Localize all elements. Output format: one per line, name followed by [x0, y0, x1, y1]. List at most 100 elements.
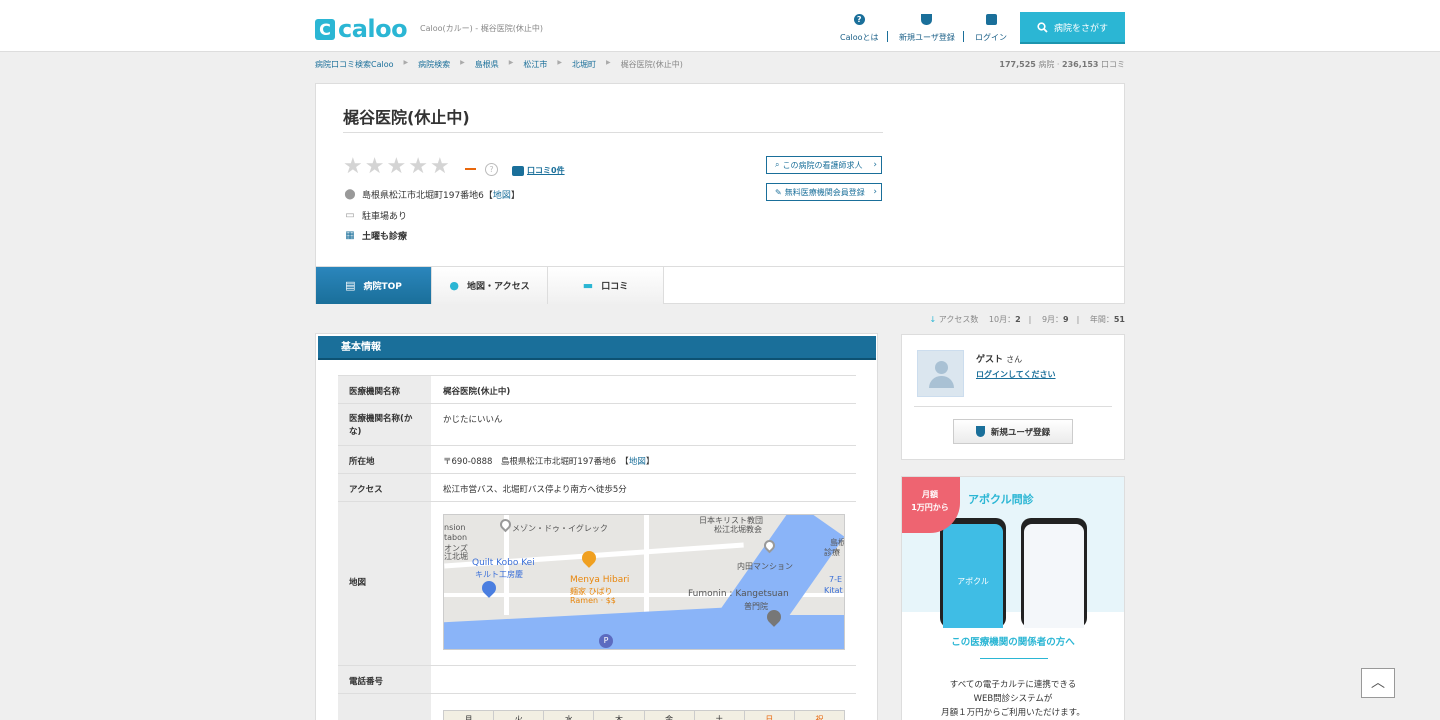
user-icon: [935, 361, 948, 374]
parking-text: 駐車場あり: [362, 212, 408, 222]
car-icon: ▭: [345, 209, 355, 221]
map-label: 7-E: [829, 575, 843, 584]
tab-label: 病院TOP: [363, 282, 402, 292]
map-road: [644, 515, 649, 615]
table-row: 電話番号: [338, 665, 856, 693]
hospital-icon: ▤: [345, 279, 356, 292]
breadcrumb-link[interactable]: 病院検索: [418, 59, 450, 70]
back-to-top-button[interactable]: ︿: [1361, 668, 1395, 698]
map-label: nsion: [444, 523, 466, 532]
pencil-icon: ✎: [775, 187, 782, 197]
map-link[interactable]: 地図: [493, 191, 511, 201]
hospital-tabs: ▤ 病院TOP ● 地図・アクセス ▬ 口コミ: [316, 266, 1124, 304]
map-label: 江北堀: [444, 552, 468, 561]
breadcrumb-link[interactable]: 松江市: [523, 59, 547, 70]
consultation-calendar: 月 火 水 木 金 土 日 祝: [443, 710, 845, 720]
map-label: Menya Hibari: [570, 575, 630, 585]
phone-image: アポクル: [940, 518, 1006, 628]
map-label: キルト工房慶: [475, 570, 523, 579]
ad-subtitle: この医療機関の関係者の方へ: [951, 637, 1075, 648]
row-key: アクセス: [338, 474, 431, 501]
logo-text: caloo: [338, 15, 408, 43]
map-label: Quilt Kobo Kei: [472, 558, 535, 568]
tab-label: 地図・アクセス: [467, 282, 530, 292]
tab-label: 口コミ: [601, 282, 629, 292]
question-icon: ?: [853, 14, 865, 25]
ad-body: すべての電子カルテに連携できる WEB問診システムが 月額１万円からご利用いただ…: [941, 680, 1085, 718]
map-pin-icon: ●: [449, 279, 460, 292]
chevron-right-icon: ▶: [557, 59, 562, 66]
speech-bubble-icon: ▬: [582, 279, 594, 292]
map-label: Fumonin : Kangetsuan: [688, 589, 789, 599]
saturday-line: ▦ 土曜も診療: [344, 229, 407, 243]
row-key: 医療機関名称: [338, 376, 431, 403]
apokuru-ad-banner[interactable]: アポクル問診 アポクル 月額 1万円から この医療機関の関係者の方へ すべての電…: [901, 476, 1125, 720]
tab-reviews[interactable]: ▬ 口コミ: [548, 267, 664, 304]
help-icon[interactable]: ?: [485, 163, 498, 176]
basic-info-panel: 基本情報 医療機関名称 梶谷医院(休止中) 医療機関名称(かな) かじたにいいん…: [315, 333, 878, 720]
caloo-logo[interactable]: C caloo: [315, 15, 408, 43]
calendar-day: 祝: [794, 711, 844, 720]
guest-name: ゲスト さん: [976, 355, 1023, 365]
location-map[interactable]: nsion tabon オンズ 江北堀 メゾン・ドゥ・イグレック 日本キリスト教…: [443, 514, 845, 650]
phone-image: [1021, 518, 1087, 628]
map-link[interactable]: 地図: [629, 457, 646, 467]
map-pin-icon: ⬤: [344, 188, 356, 200]
calendar-day: 水: [544, 711, 595, 720]
nav-divider: [887, 31, 888, 42]
nurse-jobs-link[interactable]: ⌕ この病院の看護師求人 ›: [766, 156, 882, 174]
member-register-link[interactable]: ✎ 無料医療機関会員登録 ›: [766, 183, 882, 201]
divider: [980, 658, 1048, 659]
table-row: 医療機関名称 梶谷医院(休止中): [338, 375, 856, 403]
nav-label: Calooとは: [840, 33, 879, 42]
rating-none-dash: [465, 168, 476, 170]
map-water: [444, 606, 746, 649]
tab-map-access[interactable]: ● 地図・アクセス: [432, 267, 548, 304]
register-button[interactable]: 新規ユーザ登録: [953, 419, 1073, 444]
row-value: かじたにいいん: [443, 415, 503, 425]
chevron-right-icon: ▶: [606, 59, 611, 66]
parking-icon[interactable]: P: [599, 634, 613, 648]
calendar-day: 木: [594, 711, 645, 720]
review-count-label: 口コミ: [1101, 60, 1125, 69]
nav-login[interactable]: ログイン: [975, 14, 1007, 43]
review-count: 236,153: [1062, 60, 1099, 69]
side-link-label: この病院の看護師求人: [782, 160, 863, 170]
tab-hospital-top[interactable]: ▤ 病院TOP: [316, 267, 432, 304]
hospital-count-label: 病院: [1038, 60, 1055, 69]
find-hospital-button[interactable]: 病院をさがす: [1020, 12, 1125, 42]
chevron-right-icon: ▶: [460, 59, 465, 66]
breadcrumb-link[interactable]: 病院口コミ検索Caloo: [315, 59, 394, 70]
avatar: [917, 350, 964, 397]
ad-brand: アポクル問診: [968, 493, 1034, 506]
site-tagline: Caloo(カルー) - 梶谷医院(休止中): [420, 24, 543, 33]
map-label: 松江北堀教会: [714, 525, 762, 534]
nav-about-caloo[interactable]: ? Calooとは: [840, 14, 879, 43]
breadcrumb-link[interactable]: 北堀町: [572, 59, 596, 70]
map-label: tabon: [444, 533, 468, 542]
access-count: ↓ アクセス数 10月：2 | 9月：9 | 年間：51: [929, 315, 1125, 324]
login-link[interactable]: ログインしてください: [976, 369, 1056, 380]
map-pin-icon[interactable]: [497, 516, 514, 533]
breadcrumb-link[interactable]: 島根県: [475, 59, 499, 70]
map-label: Ramen · $$: [570, 596, 616, 605]
chevron-right-icon: ▶: [508, 59, 514, 66]
chevron-right-icon: ›: [873, 160, 877, 170]
map-label: Kitat: [824, 586, 843, 595]
map-label: 内田マンション: [737, 562, 793, 571]
row-key: 所在地: [338, 446, 431, 473]
table-row: 医療機関名称(かな) かじたにいいん: [338, 403, 856, 445]
site-header: C caloo Caloo(カルー) - 梶谷医院(休止中) ? Calooとは…: [0, 0, 1440, 52]
calendar-day: 火: [494, 711, 545, 720]
table-row: 所在地 〒690-0888 島根県松江市北堀町197番地6 【地図】: [338, 445, 856, 473]
divider: [343, 132, 883, 133]
side-link-label: 無料医療機関会員登録: [784, 187, 865, 197]
review-count-link[interactable]: 口コミ0件: [512, 165, 565, 176]
search-button-label: 病院をさがす: [1053, 23, 1108, 34]
restaurant-pin-icon[interactable]: [579, 548, 599, 568]
rating-stars: ★ ★ ★ ★ ★: [343, 156, 450, 178]
map-label: メゾン・ドゥ・イグレック: [512, 524, 608, 533]
nav-register[interactable]: 新規ユーザ登録: [899, 14, 955, 43]
page-title: 梶谷医院(休止中): [343, 108, 470, 127]
calendar-day: 金: [644, 711, 695, 720]
